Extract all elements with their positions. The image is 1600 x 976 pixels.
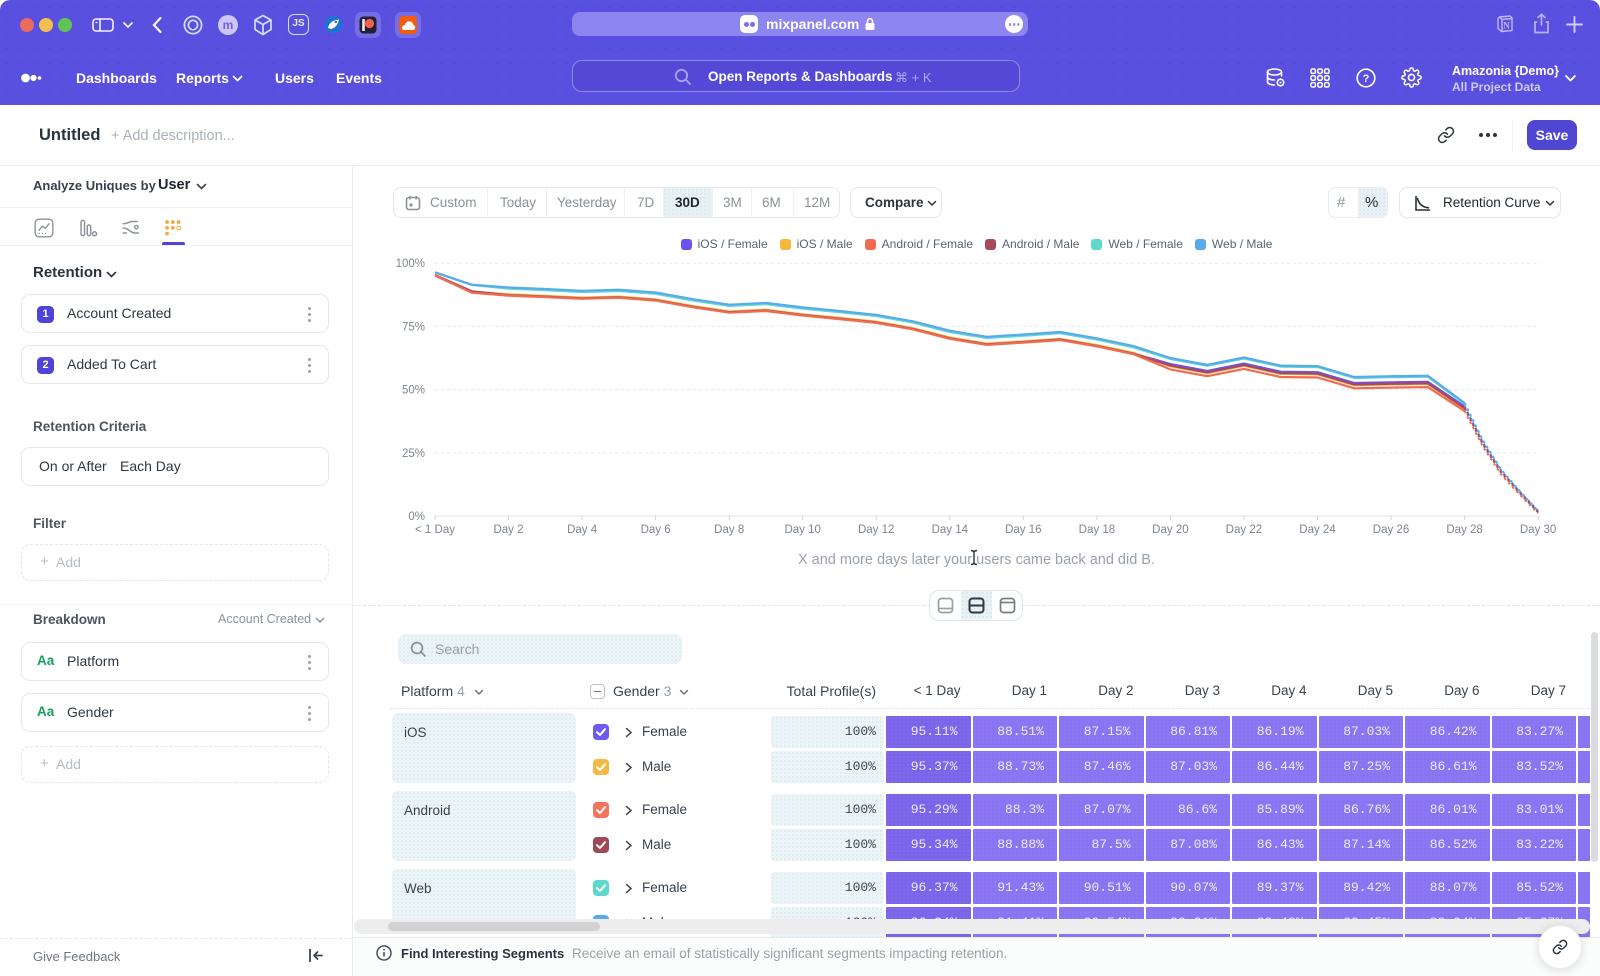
svg-text:100%: 100% — [396, 258, 425, 270]
svg-text:Day 20: Day 20 — [1152, 524, 1188, 536]
svg-text:Day 28: Day 28 — [1446, 524, 1482, 536]
svg-text:Day 2: Day 2 — [493, 524, 523, 536]
svg-text:Day 26: Day 26 — [1373, 524, 1409, 536]
svg-text:Day 8: Day 8 — [714, 524, 744, 536]
svg-text:Day 22: Day 22 — [1226, 524, 1262, 536]
svg-text:50%: 50% — [402, 385, 425, 397]
svg-text:Day 6: Day 6 — [641, 524, 671, 536]
svg-text:75%: 75% — [402, 321, 425, 333]
svg-text:Day 18: Day 18 — [1079, 524, 1115, 536]
svg-text:0%: 0% — [408, 511, 425, 523]
svg-text:Day 16: Day 16 — [1005, 524, 1041, 536]
svg-text:Day 14: Day 14 — [932, 524, 969, 536]
svg-text:Day 12: Day 12 — [858, 524, 894, 536]
svg-text:Day 30: Day 30 — [1520, 524, 1556, 536]
svg-text:< 1 Day: < 1 Day — [415, 524, 455, 536]
svg-text:Day 4: Day 4 — [567, 524, 598, 536]
svg-text:Day 24: Day 24 — [1299, 524, 1336, 536]
svg-text:Day 10: Day 10 — [784, 524, 820, 536]
svg-text:25%: 25% — [402, 448, 425, 460]
